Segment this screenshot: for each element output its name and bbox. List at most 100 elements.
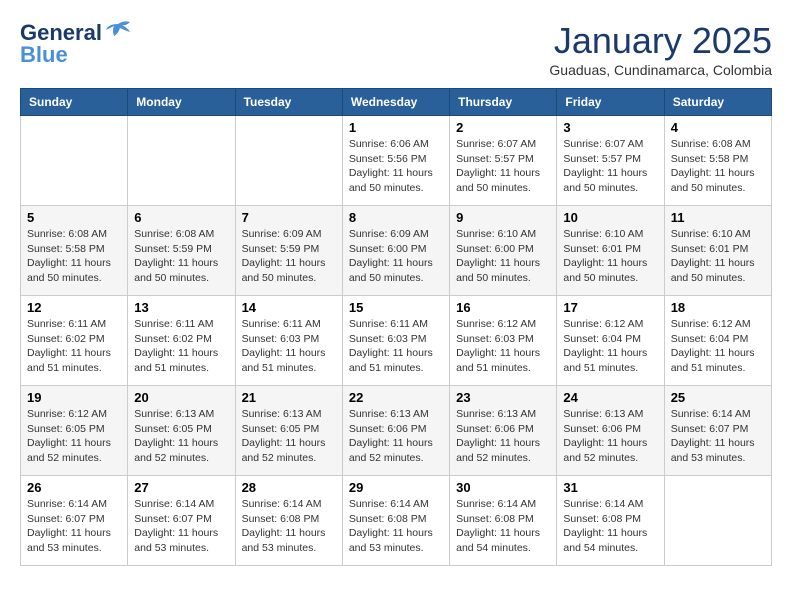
day-info: Sunrise: 6:13 AMSunset: 6:06 PMDaylight:… (456, 407, 550, 466)
calendar-cell: 15 Sunrise: 6:11 AMSunset: 6:03 PMDayligh… (342, 296, 449, 386)
day-number: 23 (456, 390, 550, 405)
weekday-header-monday: Monday (128, 89, 235, 116)
day-number: 21 (242, 390, 336, 405)
day-info: Sunrise: 6:14 AMSunset: 6:08 PMDaylight:… (349, 497, 443, 556)
day-number: 26 (27, 480, 121, 495)
calendar-cell: 9 Sunrise: 6:10 AMSunset: 6:00 PMDaylight… (450, 206, 557, 296)
day-number: 13 (134, 300, 228, 315)
calendar-cell: 17 Sunrise: 6:12 AMSunset: 6:04 PMDayligh… (557, 296, 664, 386)
calendar-cell (128, 116, 235, 206)
calendar-cell: 19Sunrise: 6:12 AMSunset: 6:05 PMDayligh… (21, 386, 128, 476)
day-info: Sunrise: 6:14 AMSunset: 6:07 PMDaylight:… (27, 497, 121, 556)
day-number: 3 (563, 120, 657, 135)
day-number: 11 (671, 210, 765, 225)
day-info: Sunrise: 6:09 AMSunset: 6:00 PMDaylight:… (349, 227, 443, 286)
day-number: 2 (456, 120, 550, 135)
day-number: 8 (349, 210, 443, 225)
logo-bird-icon (104, 20, 132, 42)
calendar-cell: 28 Sunrise: 6:14 AMSunset: 6:08 PMDayligh… (235, 476, 342, 566)
day-number: 17 (563, 300, 657, 315)
day-number: 30 (456, 480, 550, 495)
logo: General Blue (20, 20, 132, 68)
calendar-cell: 4 Sunrise: 6:08 AMSunset: 5:58 PMDaylight… (664, 116, 771, 206)
day-info: Sunrise: 6:14 AMSunset: 6:08 PMDaylight:… (563, 497, 657, 556)
month-title: January 2025 (549, 20, 772, 62)
calendar-cell: 27Sunrise: 6:14 AMSunset: 6:07 PMDayligh… (128, 476, 235, 566)
day-number: 9 (456, 210, 550, 225)
day-info: Sunrise: 6:06 AMSunset: 5:56 PMDaylight:… (349, 137, 443, 196)
day-info: Sunrise: 6:08 AMSunset: 5:58 PMDaylight:… (671, 137, 765, 196)
day-info: Sunrise: 6:09 AMSunset: 5:59 PMDaylight:… (242, 227, 336, 286)
weekday-header-wednesday: Wednesday (342, 89, 449, 116)
calendar-cell: 30 Sunrise: 6:14 AMSunset: 6:08 PMDayligh… (450, 476, 557, 566)
day-info: Sunrise: 6:10 AMSunset: 6:01 PMDaylight:… (563, 227, 657, 286)
calendar-cell: 16 Sunrise: 6:12 AMSunset: 6:03 PMDayligh… (450, 296, 557, 386)
calendar-cell: 13 Sunrise: 6:11 AMSunset: 6:02 PMDayligh… (128, 296, 235, 386)
day-info: Sunrise: 6:12 AMSunset: 6:04 PMDaylight:… (563, 317, 657, 376)
day-number: 29 (349, 480, 443, 495)
weekday-header-thursday: Thursday (450, 89, 557, 116)
calendar-cell: 14Sunrise: 6:11 AMSunset: 6:03 PMDayligh… (235, 296, 342, 386)
calendar-week-row: 19Sunrise: 6:12 AMSunset: 6:05 PMDayligh… (21, 386, 772, 476)
day-info: Sunrise: 6:14 AMSunset: 6:07 PMDaylight:… (671, 407, 765, 466)
day-number: 16 (456, 300, 550, 315)
day-number: 24 (563, 390, 657, 405)
day-number: 4 (671, 120, 765, 135)
title-block: January 2025 Guaduas, Cundinamarca, Colo… (549, 20, 772, 78)
day-number: 5 (27, 210, 121, 225)
day-info: Sunrise: 6:08 AMSunset: 5:58 PMDaylight:… (27, 227, 121, 286)
day-number: 1 (349, 120, 443, 135)
weekday-header-friday: Friday (557, 89, 664, 116)
day-info: Sunrise: 6:13 AMSunset: 6:05 PMDaylight:… (134, 407, 228, 466)
day-info: Sunrise: 6:11 AMSunset: 6:03 PMDaylight:… (349, 317, 443, 376)
day-number: 7 (242, 210, 336, 225)
calendar-cell: 7 Sunrise: 6:09 AMSunset: 5:59 PMDaylight… (235, 206, 342, 296)
day-info: Sunrise: 6:14 AMSunset: 6:08 PMDaylight:… (242, 497, 336, 556)
calendar-cell: 22Sunrise: 6:13 AMSunset: 6:06 PMDayligh… (342, 386, 449, 476)
day-number: 12 (27, 300, 121, 315)
day-info: Sunrise: 6:14 AMSunset: 6:08 PMDaylight:… (456, 497, 550, 556)
day-number: 15 (349, 300, 443, 315)
day-number: 28 (242, 480, 336, 495)
day-info: Sunrise: 6:11 AMSunset: 6:03 PMDaylight:… (242, 317, 336, 376)
calendar-week-row: 1 Sunrise: 6:06 AMSunset: 5:56 PMDaylight… (21, 116, 772, 206)
day-number: 22 (349, 390, 443, 405)
calendar-cell: 24 Sunrise: 6:13 AMSunset: 6:06 PMDayligh… (557, 386, 664, 476)
day-number: 25 (671, 390, 765, 405)
calendar-cell: 3Sunrise: 6:07 AMSunset: 5:57 PMDaylight… (557, 116, 664, 206)
day-number: 31 (563, 480, 657, 495)
weekday-header-saturday: Saturday (664, 89, 771, 116)
weekday-header-row: SundayMondayTuesdayWednesdayThursdayFrid… (21, 89, 772, 116)
calendar-cell: 11 Sunrise: 6:10 AMSunset: 6:01 PMDayligh… (664, 206, 771, 296)
calendar-cell: 23 Sunrise: 6:13 AMSunset: 6:06 PMDayligh… (450, 386, 557, 476)
calendar-cell: 1 Sunrise: 6:06 AMSunset: 5:56 PMDaylight… (342, 116, 449, 206)
day-number: 27 (134, 480, 228, 495)
calendar-cell: 2 Sunrise: 6:07 AMSunset: 5:57 PMDaylight… (450, 116, 557, 206)
calendar-table: SundayMondayTuesdayWednesdayThursdayFrid… (20, 88, 772, 566)
weekday-header-sunday: Sunday (21, 89, 128, 116)
day-info: Sunrise: 6:10 AMSunset: 6:00 PMDaylight:… (456, 227, 550, 286)
calendar-cell: 12Sunrise: 6:11 AMSunset: 6:02 PMDayligh… (21, 296, 128, 386)
day-number: 10 (563, 210, 657, 225)
calendar-cell: 6Sunrise: 6:08 AMSunset: 5:59 PMDaylight… (128, 206, 235, 296)
calendar-cell: 31 Sunrise: 6:14 AMSunset: 6:08 PMDayligh… (557, 476, 664, 566)
calendar-week-row: 5 Sunrise: 6:08 AMSunset: 5:58 PMDaylight… (21, 206, 772, 296)
day-info: Sunrise: 6:12 AMSunset: 6:03 PMDaylight:… (456, 317, 550, 376)
day-number: 20 (134, 390, 228, 405)
day-info: Sunrise: 6:13 AMSunset: 6:05 PMDaylight:… (242, 407, 336, 466)
calendar-cell: 21 Sunrise: 6:13 AMSunset: 6:05 PMDayligh… (235, 386, 342, 476)
calendar-cell (21, 116, 128, 206)
day-info: Sunrise: 6:11 AMSunset: 6:02 PMDaylight:… (134, 317, 228, 376)
day-info: Sunrise: 6:10 AMSunset: 6:01 PMDaylight:… (671, 227, 765, 286)
day-number: 19 (27, 390, 121, 405)
calendar-cell: 26 Sunrise: 6:14 AMSunset: 6:07 PMDayligh… (21, 476, 128, 566)
calendar-week-row: 26 Sunrise: 6:14 AMSunset: 6:07 PMDayligh… (21, 476, 772, 566)
calendar-cell (664, 476, 771, 566)
day-info: Sunrise: 6:13 AMSunset: 6:06 PMDaylight:… (563, 407, 657, 466)
calendar-week-row: 12 Sunrise: 6:11 AMSunset: 6:02 PMDayligh… (21, 296, 772, 386)
page-header: General Blue January 2025 Guaduas, Cundi… (20, 20, 772, 78)
day-info: Sunrise: 6:07 AMSunset: 5:57 PMDaylight:… (456, 137, 550, 196)
calendar-cell: 5 Sunrise: 6:08 AMSunset: 5:58 PMDaylight… (21, 206, 128, 296)
calendar-cell: 8 Sunrise: 6:09 AMSunset: 6:00 PMDaylight… (342, 206, 449, 296)
location-subtitle: Guaduas, Cundinamarca, Colombia (549, 62, 772, 78)
